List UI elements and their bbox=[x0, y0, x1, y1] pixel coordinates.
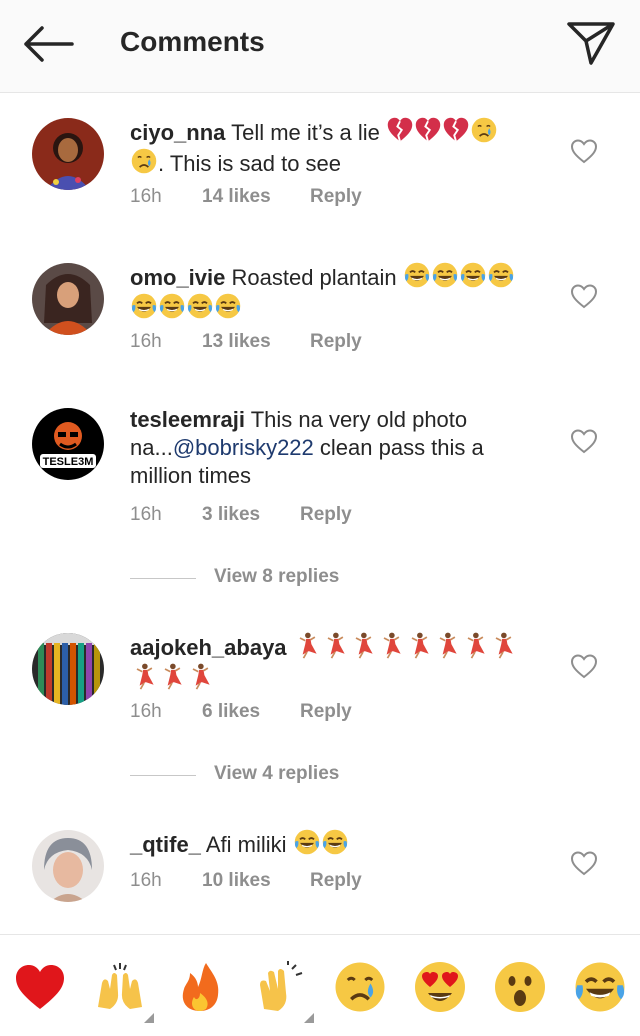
comment-time: 16h bbox=[130, 186, 162, 207]
dancer-icon bbox=[461, 631, 489, 659]
tears-of-joy-icon bbox=[130, 292, 158, 320]
comment-text: _qtife_ Afi miliki bbox=[130, 828, 540, 859]
divider bbox=[130, 578, 196, 579]
header-bar: Comments bbox=[0, 0, 640, 93]
tears-of-joy-icon bbox=[431, 261, 459, 289]
dancer-icon bbox=[405, 631, 433, 659]
paper-plane-icon[interactable] bbox=[566, 20, 616, 66]
clapping-hands-icon[interactable] bbox=[252, 959, 314, 1023]
quick-reactions-bar bbox=[0, 934, 640, 1036]
reply-button[interactable]: Reply bbox=[300, 701, 352, 723]
dancer-icon bbox=[489, 631, 517, 659]
comment-meta: 16h 3 likes Reply bbox=[130, 504, 352, 526]
avatar[interactable] bbox=[32, 118, 104, 190]
comment-time: 16h bbox=[130, 870, 162, 891]
comment-time: 16h bbox=[130, 504, 162, 525]
tears-of-joy-icon bbox=[487, 261, 515, 289]
tears-of-joy-icon bbox=[186, 292, 214, 320]
crying-face-icon bbox=[470, 116, 498, 144]
tears-of-joy-icon bbox=[293, 828, 321, 856]
raising-hands-icon[interactable] bbox=[92, 959, 154, 1023]
tears-of-joy-icon bbox=[321, 828, 349, 856]
tears-of-joy-icon bbox=[158, 292, 186, 320]
variant-indicator bbox=[144, 1013, 154, 1023]
comment-username[interactable]: aajokeh_abaya bbox=[130, 635, 287, 660]
comment-text: omo_ivie Roasted plantain bbox=[130, 261, 540, 323]
comment-meta: 16h 10 likes Reply bbox=[130, 870, 362, 892]
reply-button[interactable]: Reply bbox=[310, 331, 362, 353]
red-heart-icon[interactable] bbox=[12, 959, 68, 1015]
divider bbox=[130, 775, 196, 776]
dancer-icon bbox=[321, 631, 349, 659]
comment-username[interactable]: tesleemraji bbox=[130, 407, 245, 432]
likes-count[interactable]: 10 likes bbox=[202, 870, 310, 892]
comment-body: Roasted plantain bbox=[231, 265, 397, 290]
likes-count[interactable]: 3 likes bbox=[202, 504, 300, 526]
avatar-logo-text: TESLE3M bbox=[43, 456, 94, 468]
reply-button[interactable]: Reply bbox=[310, 870, 362, 892]
comment-meta: 16h 6 likes Reply bbox=[130, 701, 352, 723]
heart-outline-icon[interactable] bbox=[570, 283, 598, 309]
comment-time: 16h bbox=[130, 331, 162, 352]
mention-link[interactable]: @bobrisky222 bbox=[173, 435, 314, 460]
comment-body: Tell me it’s a lie bbox=[231, 120, 380, 145]
dancer-icon bbox=[158, 662, 186, 690]
broken-heart-icon bbox=[414, 116, 442, 144]
dancer-icon bbox=[433, 631, 461, 659]
surprised-face-icon[interactable] bbox=[492, 959, 548, 1015]
comment-username[interactable]: ciyo_nna bbox=[130, 120, 225, 145]
comment-body: Afi miliki bbox=[205, 832, 287, 857]
avatar[interactable] bbox=[32, 830, 104, 902]
dancer-icon bbox=[377, 631, 405, 659]
dancer-icon bbox=[293, 631, 321, 659]
comment-time: 16h bbox=[130, 701, 162, 722]
heart-eyes-face-icon[interactable] bbox=[412, 959, 468, 1015]
reply-button[interactable]: Reply bbox=[300, 504, 352, 526]
dancer-icon bbox=[186, 662, 214, 690]
likes-count[interactable]: 6 likes bbox=[202, 701, 300, 723]
page-title: Comments bbox=[120, 26, 265, 57]
crying-face-icon[interactable] bbox=[332, 959, 388, 1015]
tears-of-joy-face-icon[interactable] bbox=[572, 959, 628, 1015]
avatar[interactable]: TESLE3M bbox=[32, 408, 104, 480]
comment-text: tesleemraji This na very old photo na...… bbox=[130, 406, 540, 490]
fire-icon[interactable] bbox=[172, 959, 228, 1015]
comment-body-continued: . This is sad to see bbox=[158, 151, 342, 176]
heart-outline-icon[interactable] bbox=[570, 653, 598, 679]
comment-text: ciyo_nna Tell me it’s a lie . This is sa… bbox=[130, 116, 540, 178]
variant-indicator bbox=[304, 1013, 314, 1023]
comment-username[interactable]: _qtife_ bbox=[130, 832, 201, 857]
comment-text: aajokeh_abaya bbox=[130, 631, 540, 693]
heart-outline-icon[interactable] bbox=[570, 138, 598, 164]
likes-count[interactable]: 14 likes bbox=[202, 186, 310, 208]
view-replies-label: View 8 replies bbox=[214, 566, 340, 587]
heart-outline-icon[interactable] bbox=[570, 428, 598, 454]
broken-heart-icon bbox=[386, 116, 414, 144]
tears-of-joy-icon bbox=[403, 261, 431, 289]
reply-button[interactable]: Reply bbox=[310, 186, 362, 208]
comments-list[interactable]: ciyo_nna Tell me it’s a lie . This is sa… bbox=[0, 92, 640, 934]
avatar[interactable] bbox=[32, 263, 104, 335]
likes-count[interactable]: 13 likes bbox=[202, 331, 310, 353]
view-replies-button[interactable]: View 8 replies bbox=[130, 566, 430, 592]
arrow-left-icon[interactable] bbox=[20, 24, 74, 64]
dancer-icon bbox=[130, 662, 158, 690]
view-replies-label: View 4 replies bbox=[214, 763, 340, 784]
dancer-icon bbox=[349, 631, 377, 659]
comment-username[interactable]: omo_ivie bbox=[130, 265, 225, 290]
comment-meta: 16h 14 likes Reply bbox=[130, 186, 362, 208]
avatar[interactable] bbox=[32, 633, 104, 705]
comment-meta: 16h 13 likes Reply bbox=[130, 331, 362, 353]
broken-heart-icon bbox=[442, 116, 470, 144]
tears-of-joy-icon bbox=[214, 292, 242, 320]
heart-outline-icon[interactable] bbox=[570, 850, 598, 876]
tears-of-joy-icon bbox=[459, 261, 487, 289]
crying-face-icon bbox=[130, 147, 158, 175]
view-replies-button[interactable]: View 4 replies bbox=[130, 763, 430, 789]
